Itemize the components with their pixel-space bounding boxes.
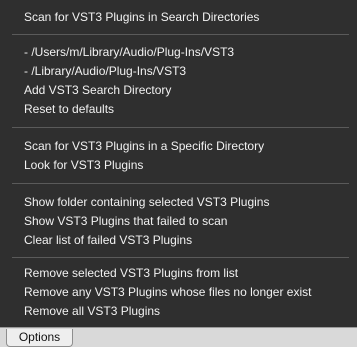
menu-item-scan-search-directories[interactable]: Scan for VST3 Plugins in Search Director…	[24, 8, 259, 26]
vst3-options-menu: Scan for VST3 Plugins in Search Director…	[0, 0, 357, 327]
menu-item-search-path-system[interactable]: - /Library/Audio/Plug-Ins/VST3	[24, 62, 186, 80]
menu-item-show-failed[interactable]: Show VST3 Plugins that failed to scan	[24, 212, 227, 230]
menu-item-add-search-directory[interactable]: Add VST3 Search Directory	[24, 81, 171, 99]
menu-item-reset-to-defaults[interactable]: Reset to defaults	[24, 100, 114, 118]
menu-separator	[12, 34, 349, 35]
menu-item-remove-all[interactable]: Remove all VST3 Plugins	[24, 302, 160, 320]
menu-separator	[12, 257, 349, 258]
menu-item-clear-failed[interactable]: Clear list of failed VST3 Plugins	[24, 231, 192, 249]
menu-separator	[12, 183, 349, 184]
menu-separator	[12, 127, 349, 128]
menu-item-remove-missing[interactable]: Remove any VST3 Plugins whose files no l…	[24, 283, 311, 301]
menu-item-remove-selected[interactable]: Remove selected VST3 Plugins from list	[24, 264, 238, 282]
menu-item-search-path-user[interactable]: - /Users/m/Library/Audio/Plug-Ins/VST3	[24, 43, 234, 61]
menu-item-scan-specific-directory[interactable]: Scan for VST3 Plugins in a Specific Dire…	[24, 137, 264, 155]
menu-item-show-folder[interactable]: Show folder containing selected VST3 Plu…	[24, 193, 269, 211]
options-tab[interactable]: Options	[6, 329, 73, 347]
menu-item-look-for-plugins[interactable]: Look for VST3 Plugins	[24, 156, 143, 174]
